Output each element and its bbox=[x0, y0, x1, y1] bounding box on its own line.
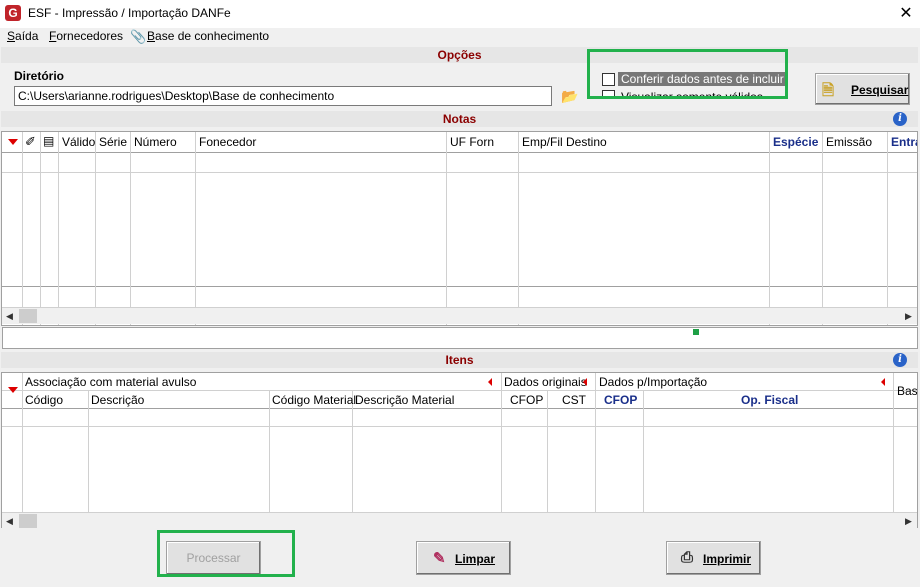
col-codigo[interactable]: Código bbox=[25, 393, 63, 407]
scroll-thumb[interactable] bbox=[19, 514, 37, 528]
folder-open-icon[interactable]: 📂 bbox=[561, 88, 578, 105]
menu-base-mnemonic: B bbox=[147, 29, 156, 43]
col-descricao[interactable]: Descrição bbox=[91, 393, 144, 407]
menu-saida[interactable]: Saída bbox=[7, 29, 38, 43]
col-valido[interactable]: Válido bbox=[62, 135, 95, 149]
sort-arrow-icon[interactable] bbox=[8, 139, 18, 145]
sort-arrow-icon[interactable] bbox=[8, 387, 18, 393]
group-dados-importacao: Dados p/Importação bbox=[599, 375, 708, 389]
itens-horizontal-scrollbar[interactable]: ◀ ▶ bbox=[2, 512, 917, 529]
imprimir-label: Imprimir bbox=[703, 552, 752, 566]
col-descricao-material[interactable]: Descrição Material bbox=[355, 393, 454, 407]
directory-label: Diretório bbox=[14, 69, 65, 83]
col-serie[interactable]: Série bbox=[99, 135, 127, 149]
eraser-icon: ✎ bbox=[433, 550, 446, 567]
scroll-right-icon[interactable]: ▶ bbox=[905, 516, 912, 527]
col-cfop-original[interactable]: CFOP bbox=[510, 393, 543, 407]
info-icon[interactable]: i bbox=[893, 112, 907, 126]
col-emissao[interactable]: Emissão bbox=[826, 135, 872, 149]
menu-fornecedores[interactable]: Fornecedores bbox=[49, 29, 123, 43]
col-cst[interactable]: CST bbox=[562, 393, 586, 407]
limpar-button[interactable]: ✎ Limpar bbox=[416, 541, 511, 575]
scroll-left-icon[interactable]: ◀ bbox=[6, 311, 13, 322]
notas-grid: ✐ ▤ Válido Série Número Fonecedor UF For… bbox=[1, 131, 918, 326]
pesquisar-button[interactable]: 🗎 Pesquisar bbox=[815, 73, 910, 105]
collapse-arrow-icon[interactable] bbox=[583, 378, 587, 386]
col-entrada[interactable]: Entra bbox=[891, 135, 917, 149]
col-op-fiscal[interactable]: Op. Fiscal bbox=[741, 393, 798, 407]
col-fornecedor[interactable]: Fonecedor bbox=[199, 135, 256, 149]
imprimir-button[interactable]: ⎙ Imprimir bbox=[666, 541, 761, 575]
notas-horizontal-scrollbar[interactable]: ◀ ▶ bbox=[2, 307, 917, 324]
window-title: ESF - Impressão / Importação DANFe bbox=[28, 6, 231, 20]
window-col-icon: ▤ bbox=[43, 134, 55, 148]
status-strip bbox=[2, 327, 918, 349]
group-associacao: Associação com material avulso bbox=[25, 375, 197, 389]
highlight-box-processar bbox=[157, 530, 295, 577]
app-logo-icon: G bbox=[5, 5, 21, 21]
document-search-icon: 🗎 bbox=[822, 82, 835, 99]
section-itens-title: Itens bbox=[1, 352, 918, 368]
info-icon[interactable]: i bbox=[893, 353, 907, 367]
section-notas-title: Notas bbox=[1, 111, 918, 127]
col-uf-forn[interactable]: UF Forn bbox=[450, 135, 494, 149]
scroll-thumb[interactable] bbox=[19, 309, 37, 323]
collapse-arrow-icon[interactable] bbox=[881, 378, 885, 386]
progress-indicator bbox=[693, 329, 699, 335]
menu-base-label: ase de conhecimento bbox=[155, 29, 270, 43]
attachment-col-icon: ✐ bbox=[25, 134, 36, 149]
col-cfop-importacao[interactable]: CFOP bbox=[604, 393, 637, 407]
collapse-arrow-icon[interactable] bbox=[488, 378, 492, 386]
menu-fornecedores-label: ornecedores bbox=[56, 29, 124, 43]
group-dados-originais: Dados originais bbox=[504, 375, 587, 389]
col-especie[interactable]: Espécie bbox=[773, 135, 818, 149]
itens-grid: Associação com material avulso Dados ori… bbox=[1, 372, 918, 528]
menu-base-conhecimento[interactable]: Base de conhecimento bbox=[147, 29, 269, 43]
scroll-right-icon[interactable]: ▶ bbox=[905, 311, 912, 322]
group-base: Base bbox=[897, 384, 918, 398]
directory-input[interactable] bbox=[14, 86, 552, 106]
pesquisar-label: Pesquisar bbox=[851, 83, 909, 97]
menu-saida-label: aída bbox=[15, 29, 39, 43]
close-icon[interactable]: ✕ bbox=[896, 3, 916, 23]
col-codigo-material[interactable]: Código Material bbox=[272, 393, 356, 407]
col-numero[interactable]: Número bbox=[134, 135, 177, 149]
scroll-left-icon[interactable]: ◀ bbox=[6, 516, 13, 527]
limpar-label: Limpar bbox=[455, 552, 496, 566]
paperclip-icon: 📎 bbox=[130, 29, 147, 44]
menu-saida-mnemonic: S bbox=[7, 29, 16, 43]
printer-icon: ⎙ bbox=[681, 549, 694, 566]
highlight-box-options bbox=[587, 49, 788, 99]
col-emp-fil-destino[interactable]: Emp/Fil Destino bbox=[522, 135, 607, 149]
